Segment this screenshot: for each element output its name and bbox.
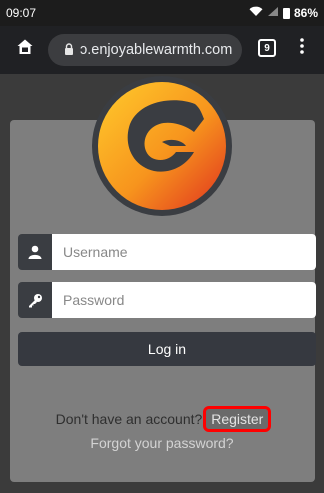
battery-percent: 86%: [293, 6, 318, 20]
username-row: [18, 234, 316, 270]
status-time: 09:07: [6, 6, 37, 20]
enjoyable-warmth-logo: [90, 74, 234, 218]
status-icons: 86%: [249, 6, 318, 20]
status-bar: 09:07 86%: [0, 0, 324, 26]
address-bar[interactable]: ɔ.enjoyablewarmth.com: [48, 34, 242, 66]
tabs-icon[interactable]: 9: [258, 39, 276, 57]
login-button[interactable]: Log in: [18, 332, 316, 366]
register-link[interactable]: Register: [203, 406, 272, 432]
signal-icon: [267, 6, 279, 20]
lock-icon: [58, 42, 80, 58]
user-icon: [18, 234, 52, 270]
username-input[interactable]: [52, 234, 316, 270]
forgot-password-link[interactable]: Forgot your password?: [0, 435, 324, 451]
password-row: [18, 282, 316, 318]
battery-icon: [282, 7, 290, 19]
home-icon[interactable]: [10, 38, 40, 62]
wifi-icon: [249, 6, 263, 20]
page-body: Log in Don't have an account? Register F…: [0, 74, 324, 493]
key-icon: [18, 282, 52, 318]
register-line: Don't have an account? Register: [0, 406, 324, 432]
register-prompt: Don't have an account?: [55, 411, 203, 427]
password-input[interactable]: [52, 282, 316, 318]
more-vert-icon[interactable]: [298, 38, 306, 57]
url-text: ɔ.enjoyablewarmth.com: [80, 42, 233, 58]
browser-toolbar: ɔ.enjoyablewarmth.com 9: [0, 26, 324, 74]
